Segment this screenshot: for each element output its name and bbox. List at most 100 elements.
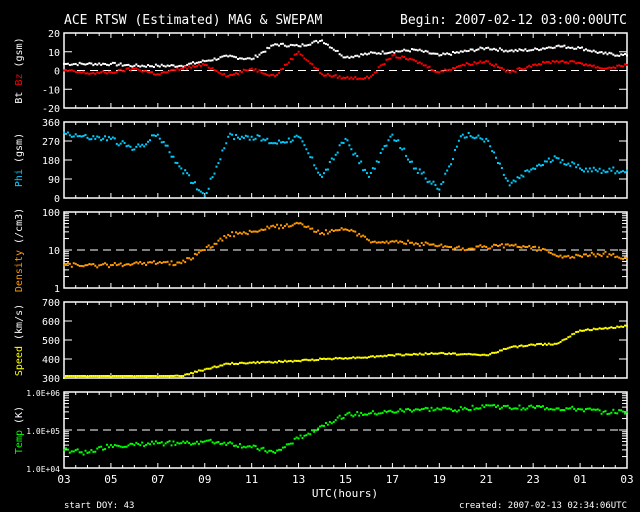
data-point-interp (551, 253, 554, 256)
data-point-interp (266, 73, 269, 76)
data-point (485, 137, 488, 140)
data-point-interp (68, 69, 71, 72)
data-point-interp (463, 406, 466, 409)
data-point-interp (588, 167, 591, 170)
data-point-interp (313, 40, 316, 43)
data-point-interp (549, 408, 552, 411)
data-point-interp (139, 444, 142, 447)
data-point-interp (592, 49, 595, 52)
data-point-interp (258, 135, 261, 138)
data-point-interp (547, 408, 550, 411)
data-point-interp (311, 41, 314, 44)
data-point-interp (483, 48, 486, 51)
data-point-interp (152, 134, 155, 137)
data-point-interp (463, 64, 466, 67)
data-point-interp (487, 354, 490, 357)
data-point-interp (190, 443, 193, 446)
data-point-interp (491, 351, 494, 354)
data-point-interp (534, 63, 537, 66)
data-point-interp (444, 245, 447, 248)
data-point-interp (530, 343, 533, 346)
data-point-interp (516, 50, 519, 53)
data-point-interp (539, 342, 542, 345)
data-point-interp (481, 61, 484, 64)
data-point-interp (301, 359, 304, 362)
data-point-interp (309, 43, 312, 46)
data-point-interp (338, 53, 341, 56)
data-point-interp (125, 145, 128, 148)
data-point-interp (176, 67, 179, 70)
data-point-interp (524, 67, 527, 70)
data-point-interp (385, 240, 388, 243)
data-point-interp (287, 137, 290, 140)
data-point-interp (366, 53, 369, 56)
data-point-interp (229, 54, 232, 57)
data-point-interp (360, 77, 363, 80)
data-point-interp (229, 235, 232, 238)
data-point-interp (113, 71, 116, 74)
x-tick-label: 19 (433, 473, 446, 486)
data-point-interp (506, 69, 509, 72)
data-point-interp (448, 352, 451, 355)
data-point-interp (624, 256, 627, 259)
data-point-interp (96, 375, 99, 377)
data-point-interp (483, 353, 486, 356)
data-point-interp (473, 353, 476, 356)
data-point-interp (356, 411, 359, 414)
y-tick-label: 600 (42, 317, 60, 328)
data-point-interp (64, 263, 67, 266)
data-point-interp (487, 46, 490, 49)
data-point-interp (549, 160, 552, 163)
data-point-interp (256, 134, 259, 137)
data-point-interp (600, 51, 603, 54)
data-point-interp (622, 170, 625, 173)
data-point (203, 368, 206, 371)
data-point-interp (272, 142, 275, 145)
data-point-interp (383, 145, 386, 148)
data-point-interp (102, 263, 105, 266)
data-point-interp (123, 375, 126, 377)
data-point-interp (326, 357, 329, 360)
data-point-interp (319, 72, 322, 75)
data-point-interp (170, 260, 173, 263)
data-point-interp (393, 240, 396, 243)
data-point (508, 406, 511, 409)
data-point-interp (221, 364, 224, 367)
data-point-interp (455, 353, 458, 356)
data-point-interp (428, 243, 431, 246)
data-point-interp (264, 50, 267, 53)
data-point-interp (262, 50, 265, 53)
y-tick-label: 500 (42, 336, 60, 347)
data-point-interp (495, 406, 498, 409)
data-point-interp (233, 235, 236, 238)
y-axis-label-part: Bz (14, 74, 25, 92)
data-point-interp (326, 168, 329, 171)
data-point-interp (176, 374, 179, 377)
data-point-interp (166, 441, 169, 444)
data-point-interp (528, 405, 531, 408)
data-point-interp (197, 61, 200, 64)
data-point (367, 239, 370, 242)
data-point-interp (199, 61, 202, 64)
data-point-interp (455, 145, 458, 148)
data-point-interp (475, 62, 478, 65)
data-point-interp (268, 47, 271, 50)
data-point-interp (254, 230, 257, 233)
x-tick-label: 23 (527, 473, 540, 486)
data-point-interp (215, 441, 218, 444)
data-point (63, 131, 65, 134)
data-point-interp (145, 375, 148, 377)
data-point-interp (139, 145, 142, 148)
data-point-interp (64, 375, 67, 377)
data-point-interp (416, 353, 419, 356)
data-point-interp (121, 70, 124, 73)
data-point-interp (514, 345, 517, 348)
data-point-interp (98, 264, 101, 267)
data-point-interp (534, 407, 537, 410)
data-point-interp (236, 445, 239, 448)
data-point-interp (393, 354, 396, 357)
data-point-interp (563, 409, 566, 412)
data-point-interp (145, 264, 148, 267)
y-axis-label-part: Density (14, 250, 25, 292)
data-point-interp (495, 156, 498, 159)
